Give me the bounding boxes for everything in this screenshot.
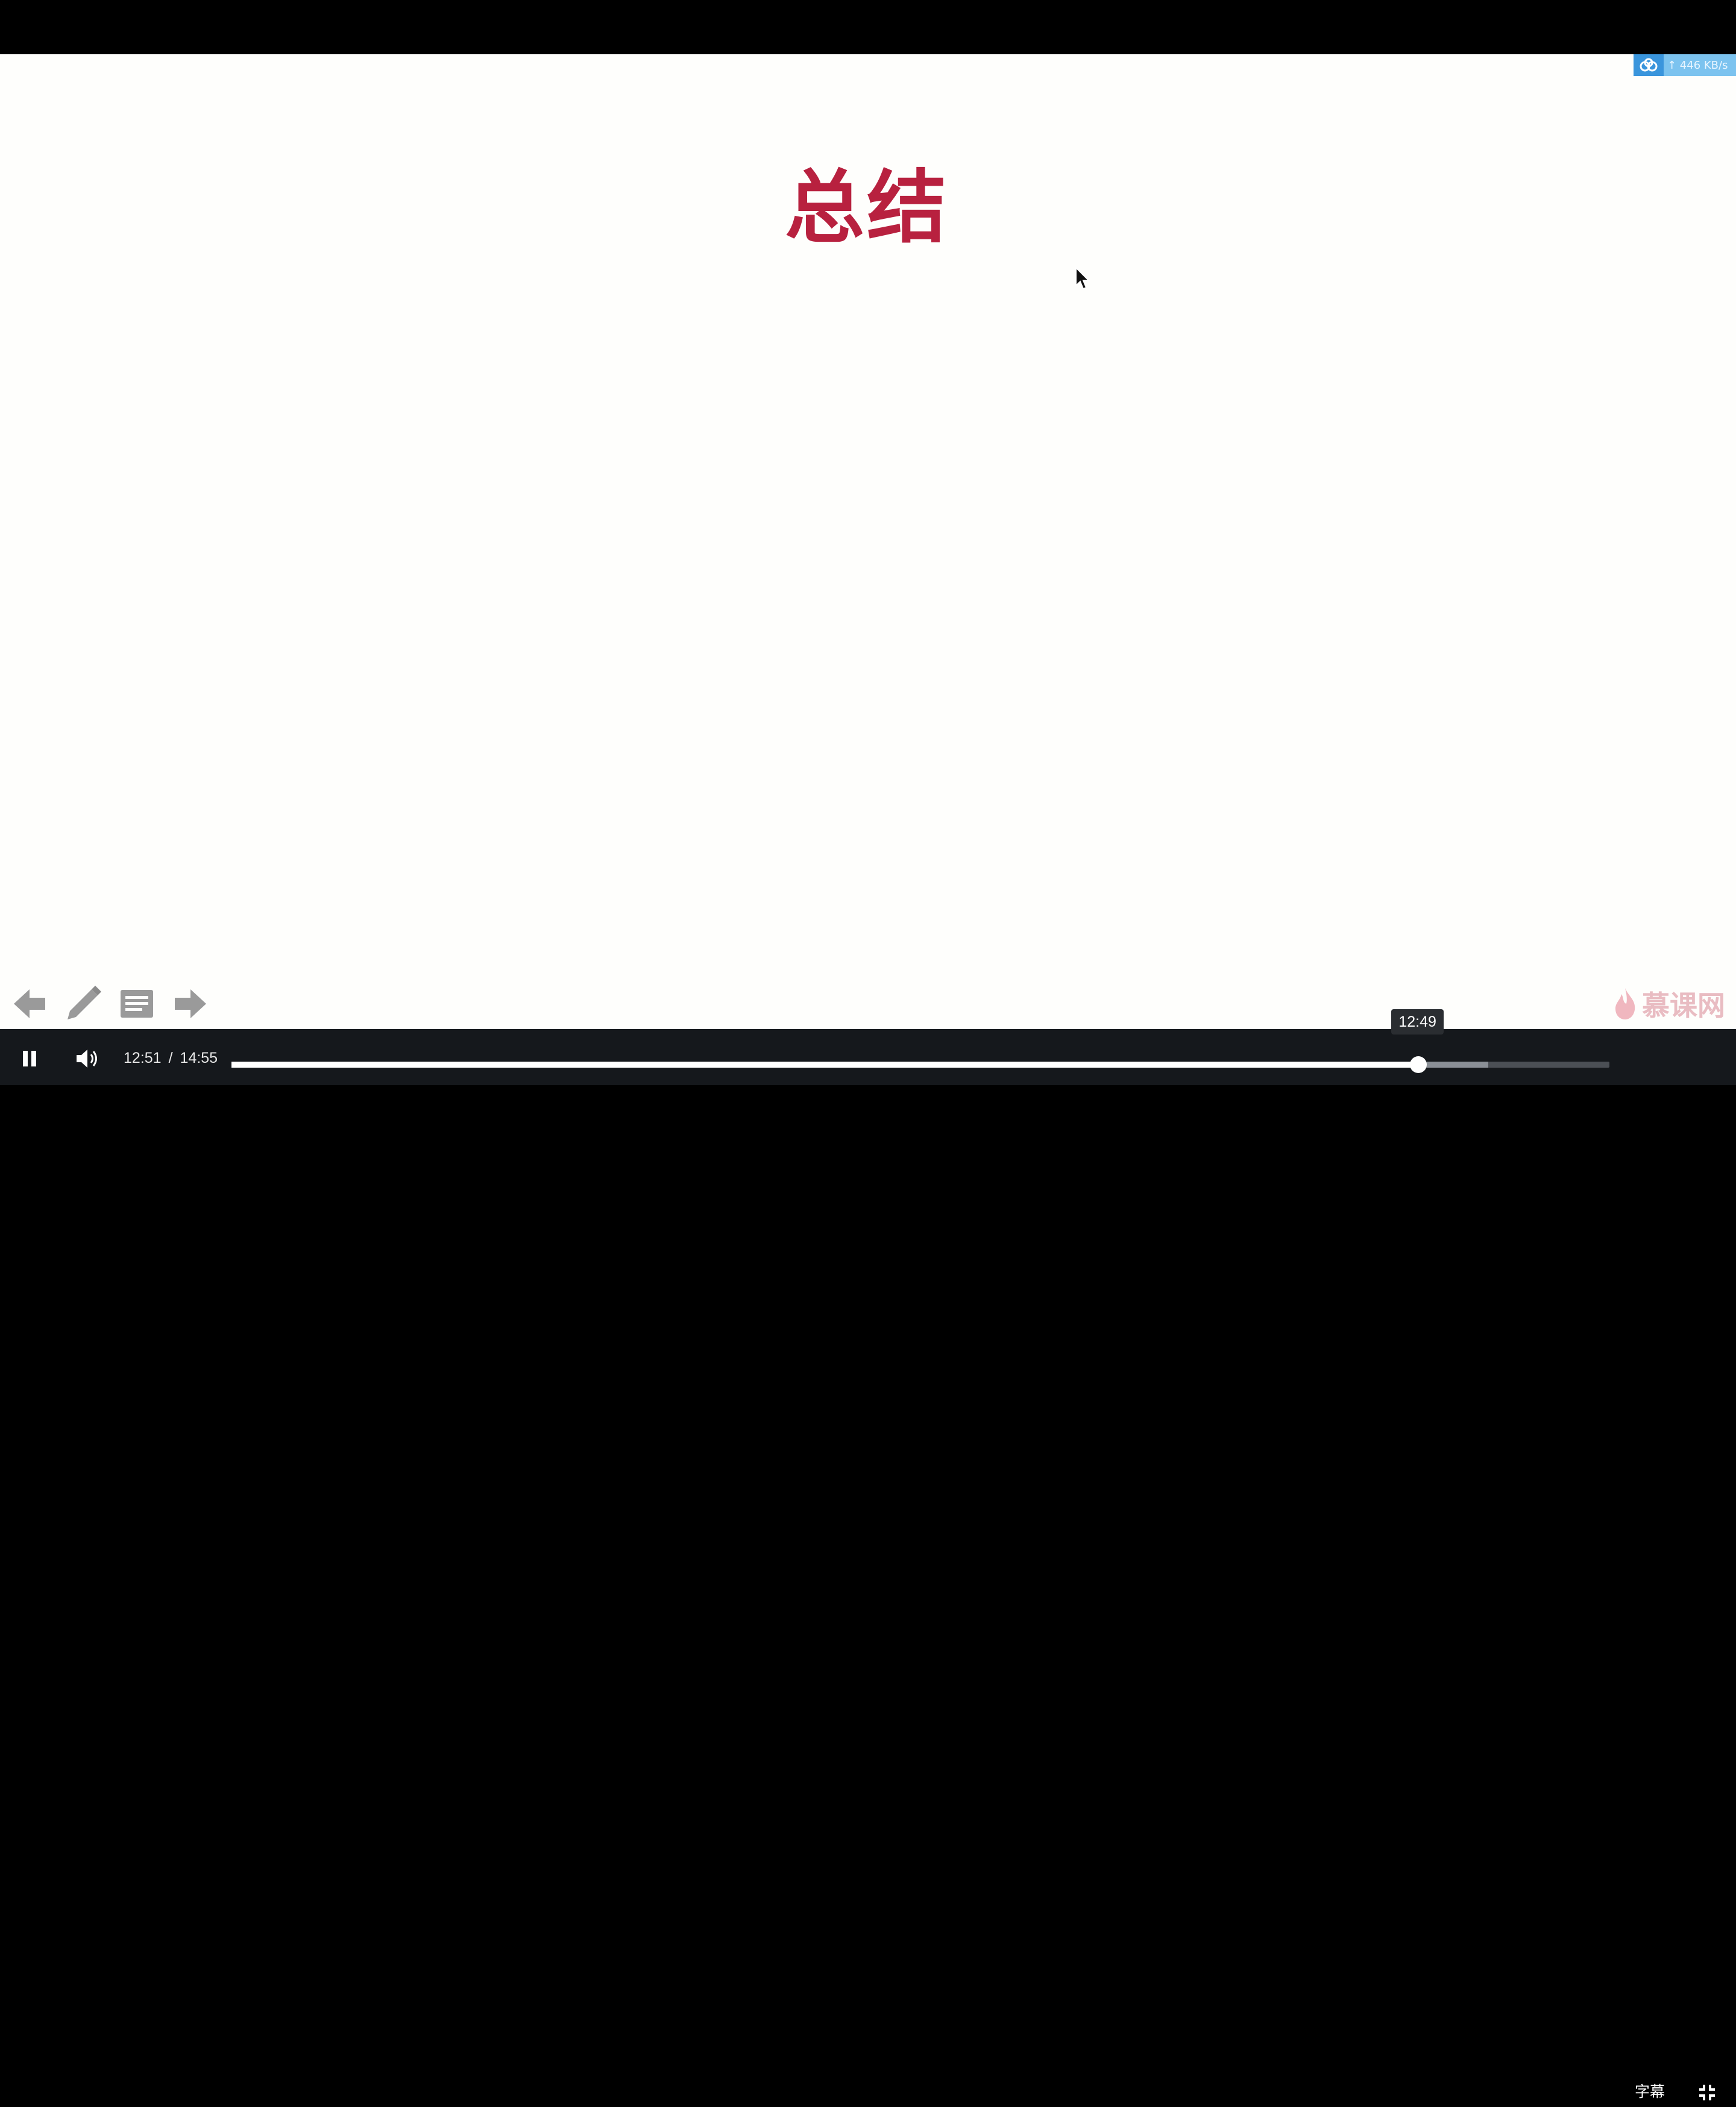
arrow-right-icon: [175, 989, 206, 1018]
volume-button[interactable]: [71, 1042, 104, 1075]
brand-name: 慕课网: [1642, 989, 1725, 1022]
duration: 14:55: [180, 1050, 218, 1066]
time-separator: /: [168, 1050, 173, 1066]
mouse-cursor-icon: [1075, 266, 1090, 290]
upload-speed-text: ↑ 446 KB/s: [1667, 58, 1728, 72]
slide-next-button[interactable]: [169, 983, 212, 1025]
network-speed-widget[interactable]: ↑ 446 KB/s: [1634, 54, 1736, 76]
exit-fullscreen-button[interactable]: [1693, 2078, 1722, 2107]
video-frame[interactable]: 总结 ↑ 446 KB/s 慕课网: [0, 54, 1736, 1029]
cloud-accelerate-icon: [1634, 54, 1664, 76]
flame-icon: [1615, 988, 1635, 1019]
slide-pen-button[interactable]: [62, 983, 104, 1025]
time-display: 12:51 / 14:55: [124, 1047, 218, 1069]
player-control-bar: 12:51/14:55 字幕: [0, 1029, 1736, 2100]
notes-icon: [121, 990, 153, 1018]
pause-icon: [23, 1051, 36, 1066]
seek-preview-tooltip: 12:49: [1391, 1009, 1444, 1035]
arrow-left-icon: [14, 989, 45, 1018]
volume-icon: [77, 1050, 97, 1068]
seek-bar-played: [231, 1062, 1419, 1068]
subtitle-button[interactable]: 字幕: [1635, 2080, 1665, 2104]
seek-bar[interactable]: [231, 1056, 1609, 1073]
brand-logo: 慕课网: [1613, 984, 1725, 1024]
letterbox-top: [0, 0, 1736, 54]
pause-button[interactable]: [14, 1044, 45, 1074]
pencil-icon: [68, 986, 101, 1019]
slide-title: 总结: [785, 162, 949, 254]
slide-toolbar: [8, 983, 223, 1025]
exit-fullscreen-icon: [1699, 2085, 1715, 2100]
current-time: 12:51: [124, 1050, 162, 1066]
slide-prev-button[interactable]: [8, 983, 51, 1025]
slide-notes-button[interactable]: [116, 983, 158, 1025]
